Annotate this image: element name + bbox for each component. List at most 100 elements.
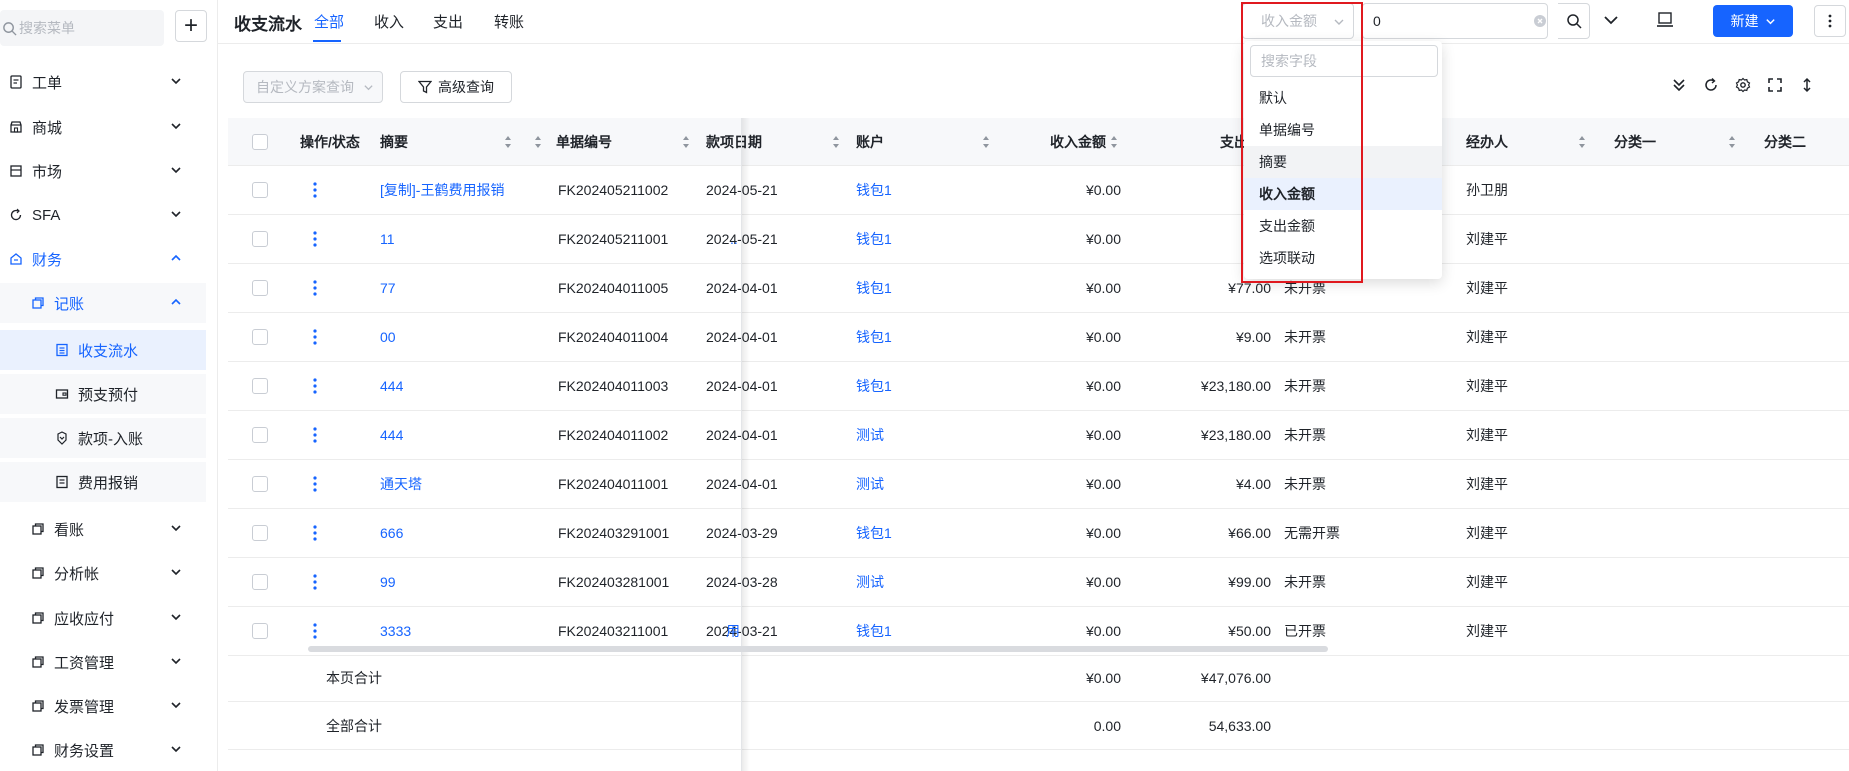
cell-account[interactable]: 测试 (856, 558, 884, 606)
dropdown-option-default[interactable]: 默认 (1244, 82, 1442, 114)
cell-account[interactable]: 钱包1 (856, 509, 892, 557)
advanced-query-button[interactable]: 高级查询 (400, 71, 512, 103)
cell-summary[interactable]: 99 (380, 558, 580, 606)
col-category-2[interactable]: 分类二 (1764, 118, 1844, 166)
clear-icon[interactable] (1534, 15, 1546, 27)
cell-account[interactable]: 钱包1 (856, 313, 892, 361)
cell-account[interactable]: 测试 (856, 460, 884, 508)
sidebar-item-receivables[interactable]: 应收应付 (0, 598, 206, 638)
more-vertical-icon[interactable] (312, 425, 318, 445)
table-row[interactable]: 11FK2024052110012024-05-21钱包1¥0.00刘建平 (228, 215, 1849, 264)
col-account[interactable]: 账户 (856, 118, 976, 166)
col-summary[interactable]: 摘要 (380, 118, 500, 166)
col-handler[interactable]: 经办人 (1466, 118, 1566, 166)
row-checkbox[interactable] (252, 574, 268, 590)
cell-summary[interactable]: 666 (380, 509, 580, 557)
sidebar-item-cashflow[interactable]: 收支流水 (0, 330, 206, 370)
add-button[interactable]: + (175, 10, 207, 42)
more-vertical-icon[interactable] (312, 327, 318, 347)
sidebar-item-advance[interactable]: 预支预付 (0, 374, 206, 414)
dropdown-option-expense[interactable]: 支出金额 (1244, 210, 1442, 242)
scheme-select[interactable]: 自定义方案查询 (243, 71, 383, 103)
dropdown-option-doc-no[interactable]: 单据编号 (1244, 114, 1442, 146)
cell-account[interactable]: 测试 (856, 411, 884, 459)
cell-summary[interactable]: 444 (380, 362, 580, 410)
table-row[interactable]: 77FK2024040110052024-04-01钱包1¥0.00¥77.00… (228, 264, 1849, 313)
sidebar-item-finance[interactable]: 财务 (0, 239, 206, 279)
cell-summary[interactable]: [复制]-王鹤费用报销 (380, 166, 580, 214)
sidebar-item-bookkeeping[interactable]: 记账 (0, 283, 206, 323)
dropdown-option-linkage[interactable]: 选项联动 (1244, 242, 1442, 274)
col-income[interactable]: 收入金额 (1008, 118, 1106, 166)
dropdown-search-input[interactable]: 搜索字段 (1250, 45, 1438, 77)
select-all-checkbox[interactable] (252, 134, 268, 150)
row-checkbox[interactable] (252, 280, 268, 296)
sort-icon[interactable] (1110, 135, 1118, 149)
col-category-1[interactable]: 分类一 (1614, 118, 1714, 166)
sort-icon[interactable] (982, 135, 990, 149)
chevron-down-icon[interactable] (1603, 12, 1619, 28)
cell-account[interactable]: 钱包1 (856, 166, 892, 214)
horizontal-scrollbar[interactable] (308, 646, 1328, 652)
new-button[interactable]: 新建 (1713, 5, 1793, 37)
more-vertical-icon[interactable] (312, 523, 318, 543)
sort-icon[interactable] (682, 135, 690, 149)
col-doc-no[interactable]: 单据编号 (556, 118, 676, 166)
laptop-icon[interactable] (1655, 10, 1675, 30)
row-checkbox[interactable] (252, 525, 268, 541)
tab-transfer[interactable]: 转账 (494, 11, 524, 32)
table-row[interactable]: 444FK2024040110022024-04-01测试¥0.00¥23,18… (228, 411, 1849, 460)
table-row[interactable]: [复制]-王鹤费用报销FK2024052110022024-05-21钱包1¥0… (228, 166, 1849, 215)
row-checkbox[interactable] (252, 427, 268, 443)
row-checkbox[interactable] (252, 378, 268, 394)
sidebar-item-expense-claim[interactable]: 费用报销 (0, 462, 206, 502)
dropdown-option-summary[interactable]: 摘要 (1244, 146, 1442, 178)
tab-income[interactable]: 收入 (374, 11, 404, 32)
sidebar-item-mall[interactable]: 商城 (0, 107, 206, 147)
sort-icon[interactable] (1578, 135, 1586, 149)
sidebar-item-market[interactable]: 市场 (0, 151, 206, 191)
cell-summary[interactable]: 77 (380, 264, 580, 312)
cell-account[interactable]: 钱包1 (856, 215, 892, 263)
more-vertical-icon[interactable] (312, 621, 318, 641)
more-vertical-icon[interactable] (312, 229, 318, 249)
sidebar-item-workorder[interactable]: 工单 (0, 62, 206, 102)
cell-summary[interactable]: 444 (380, 411, 580, 459)
cell-account[interactable]: 钱包1 (856, 264, 892, 312)
sort-icon[interactable] (534, 135, 542, 149)
dropdown-option-income[interactable]: 收入金额 (1244, 178, 1442, 210)
row-checkbox[interactable] (252, 182, 268, 198)
menu-search-input[interactable]: 搜索菜单 (0, 10, 164, 46)
cell-summary[interactable]: 11 (380, 215, 580, 263)
row-checkbox[interactable] (252, 329, 268, 345)
more-vertical-icon[interactable] (312, 180, 318, 200)
search-field-select[interactable]: 收入金额 (1242, 3, 1354, 39)
row-checkbox[interactable] (252, 231, 268, 247)
cell-summary[interactable]: 00 (380, 313, 580, 361)
more-button[interactable] (1814, 5, 1846, 37)
row-checkbox[interactable] (252, 476, 268, 492)
sort-icon[interactable] (504, 135, 512, 149)
sidebar-item-receipt[interactable]: 款项-入账 (0, 418, 206, 458)
settings-icon[interactable] (1734, 76, 1752, 94)
more-vertical-icon[interactable] (312, 376, 318, 396)
col-date[interactable]: 款项日期 (706, 118, 826, 166)
sort-icon[interactable] (1728, 135, 1736, 149)
table-row[interactable]: 00FK2024040110042024-04-01钱包1¥0.00¥9.00未… (228, 313, 1849, 362)
more-vertical-icon[interactable] (312, 572, 318, 592)
search-button[interactable] (1558, 3, 1590, 39)
fullscreen-icon[interactable] (1766, 76, 1784, 94)
more-vertical-icon[interactable] (312, 278, 318, 298)
sidebar-item-finance-settings[interactable]: 财务设置 (0, 730, 206, 770)
table-row[interactable]: 444FK2024040110032024-04-01钱包1¥0.00¥23,1… (228, 362, 1849, 411)
table-row[interactable]: 通天塔FK2024040110012024-04-01测试¥0.00¥4.00未… (228, 460, 1849, 509)
refresh-icon[interactable] (1702, 76, 1720, 94)
cell-account[interactable]: 钱包1 (856, 362, 892, 410)
sidebar-item-analysis[interactable]: 分析帐 (0, 553, 206, 593)
sidebar-item-invoice[interactable]: 发票管理 (0, 686, 206, 726)
sidebar-item-payroll[interactable]: 工资管理 (0, 642, 206, 682)
sort-icon[interactable] (832, 135, 840, 149)
row-height-icon[interactable] (1798, 76, 1816, 94)
table-row[interactable]: 666FK2024032910012024-03-29钱包1¥0.00¥66.0… (228, 509, 1849, 558)
sidebar-item-view-accounts[interactable]: 看账 (0, 509, 206, 549)
